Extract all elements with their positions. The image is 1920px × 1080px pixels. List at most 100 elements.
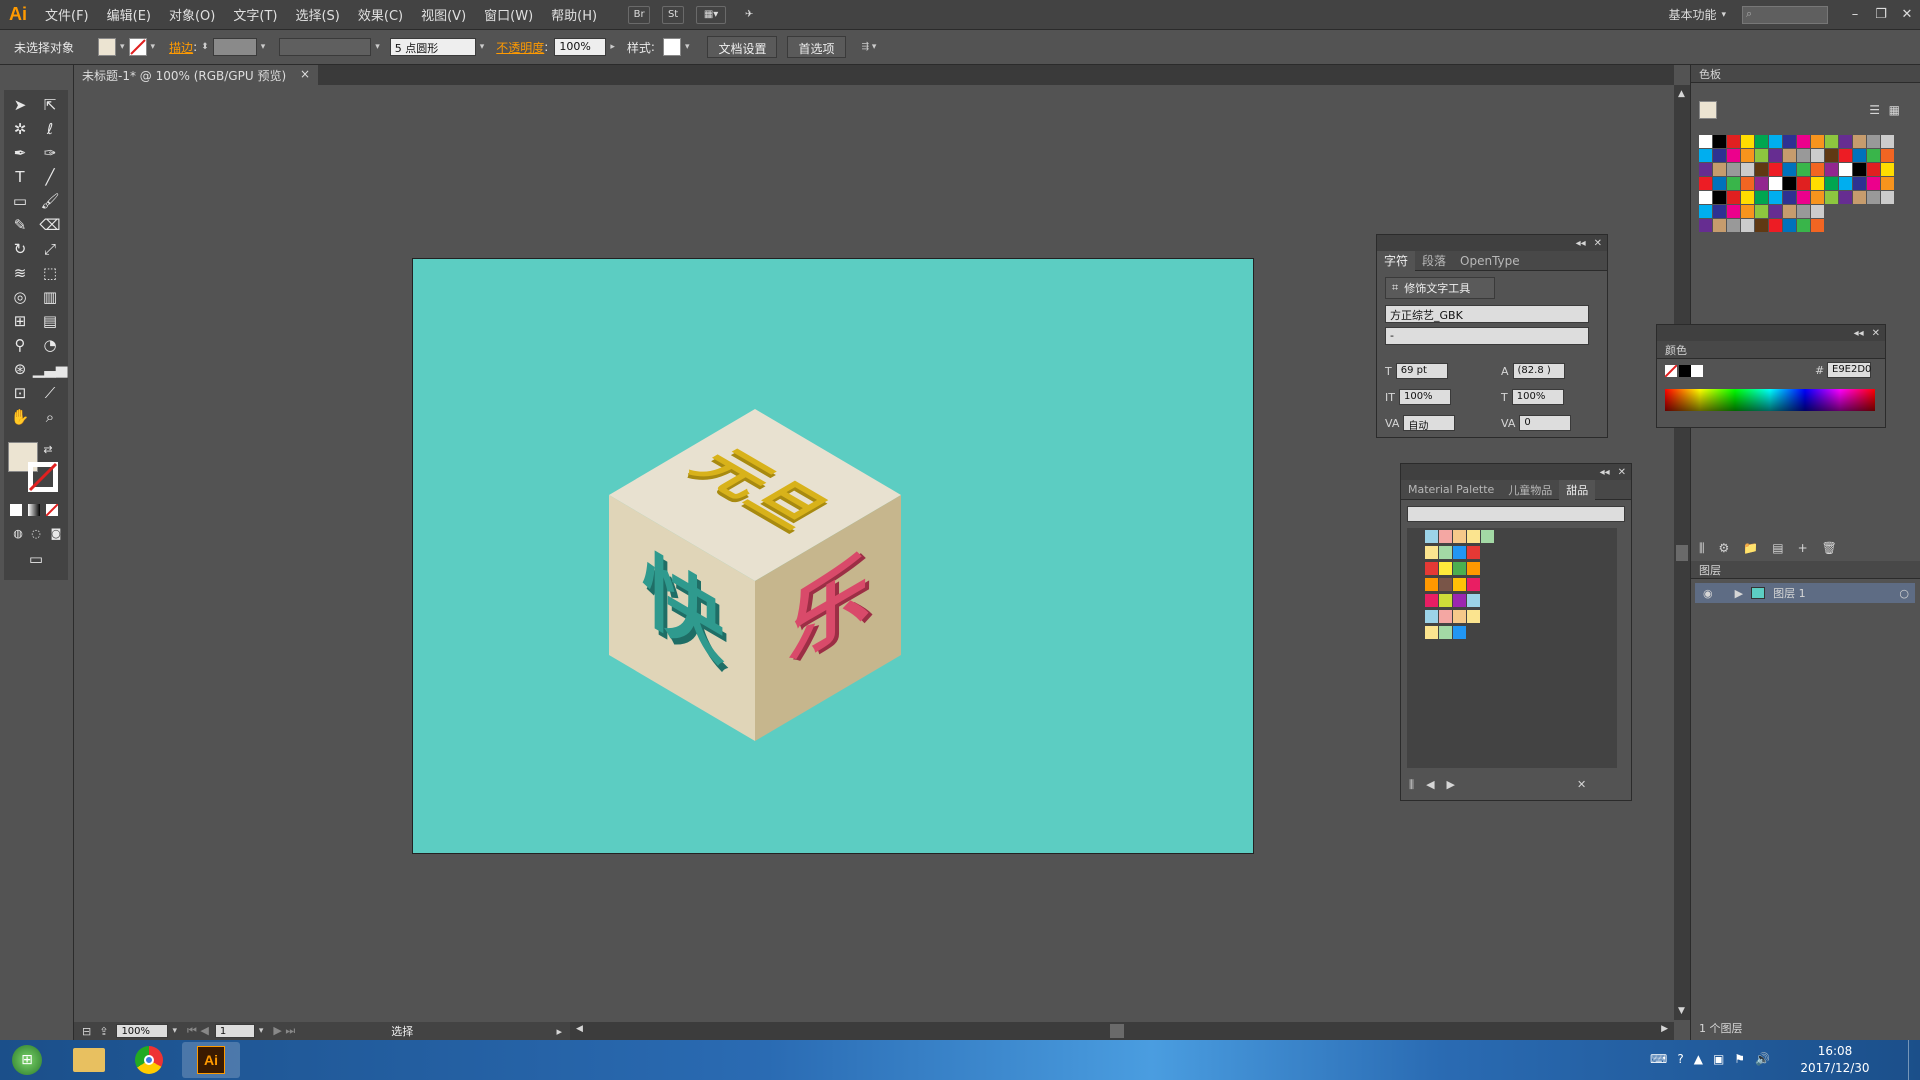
align-menu-icon[interactable]: ⇶ ▾ <box>862 42 877 52</box>
swatch-chip[interactable] <box>1867 149 1880 162</box>
menu-window[interactable]: 窗口(W) <box>475 5 542 24</box>
swatch-chip[interactable] <box>1755 135 1768 148</box>
touch-type-tool-button[interactable]: ⌗ 修饰文字工具 <box>1385 277 1495 299</box>
black-color-swatch[interactable] <box>1679 365 1691 377</box>
menu-file[interactable]: 文件(F) <box>36 5 98 24</box>
none-mode-icon[interactable] <box>46 504 58 516</box>
swatch-chip[interactable] <box>1797 177 1810 190</box>
library-swatch-chip[interactable] <box>1467 562 1480 575</box>
rotate-tool-icon[interactable]: ↻ <box>8 238 32 260</box>
zoom-tool-icon[interactable]: ⌕ <box>38 406 62 428</box>
hand-tool-icon[interactable]: ✋ <box>8 406 32 428</box>
opacity-field[interactable]: 100% <box>554 38 607 56</box>
perspective-grid-icon[interactable]: ▥ <box>38 286 62 308</box>
swatch-chip[interactable] <box>1727 135 1740 148</box>
library-swatch-chip[interactable] <box>1453 530 1466 543</box>
library-swatch-chip[interactable] <box>1467 594 1480 607</box>
opacity-label[interactable]: 不透明度 <box>496 39 544 56</box>
swatch-chip[interactable] <box>1699 219 1712 232</box>
library-swatch-chip[interactable] <box>1439 530 1452 543</box>
swatch-chip[interactable] <box>1769 205 1782 218</box>
swatch-chip[interactable] <box>1713 163 1726 176</box>
mesh-tool-icon[interactable]: ⊞ <box>8 310 32 332</box>
swatch-chip[interactable] <box>1699 205 1712 218</box>
swatch-chip[interactable] <box>1769 177 1782 190</box>
swatch-chip[interactable] <box>1741 191 1754 204</box>
swatch-chip[interactable] <box>1797 135 1810 148</box>
swatch-chip[interactable] <box>1769 135 1782 148</box>
bridge-button[interactable]: Br <box>628 5 651 24</box>
library-swatch-chip[interactable] <box>1467 546 1480 559</box>
library-swatch-chip[interactable] <box>1439 562 1452 575</box>
blend-tool-icon[interactable]: ◔ <box>38 334 62 356</box>
artboard-tool-icon[interactable]: ⊡ <box>8 382 32 404</box>
swatch-chip[interactable] <box>1825 205 1838 218</box>
swatch-chip[interactable] <box>1811 205 1824 218</box>
share-icon[interactable]: ⇪ <box>99 1025 108 1038</box>
font-size-field[interactable]: 69 pt <box>1395 363 1448 379</box>
library-menu-icon[interactable]: ⫼ <box>1409 778 1414 792</box>
swatch-chip[interactable] <box>1881 205 1894 218</box>
swatch-chip[interactable] <box>1867 219 1880 232</box>
swatch-chip[interactable] <box>1713 205 1726 218</box>
lasso-icon[interactable]: ℓ <box>38 118 62 140</box>
restore-icon[interactable]: ❐ <box>1868 5 1894 25</box>
close-icon[interactable]: ✕ <box>1872 328 1880 339</box>
swatch-chip[interactable] <box>1853 177 1866 190</box>
pencil-icon[interactable]: ✎ <box>8 214 32 236</box>
swatch-chip[interactable] <box>1727 205 1740 218</box>
eraser-icon[interactable]: ⌫ <box>38 214 62 236</box>
swatch-chip[interactable] <box>1783 135 1796 148</box>
swatch-chip[interactable] <box>1713 191 1726 204</box>
swatch-chip[interactable] <box>1769 163 1782 176</box>
illustrator-taskbar-icon[interactable]: Ai <box>182 1042 240 1078</box>
swatch-chip[interactable] <box>1755 149 1768 162</box>
swatch-chip[interactable] <box>1811 163 1824 176</box>
taskbar-clock[interactable]: 16:08 2017/12/30 <box>1790 1043 1880 1077</box>
keyboard-icon[interactable]: ⌨ <box>1650 1052 1667 1066</box>
vscroll-thumb[interactable] <box>1676 545 1688 561</box>
collapse-icon[interactable]: ◂◂ <box>1576 238 1586 249</box>
scale-tool-icon[interactable]: ⤢ <box>38 238 62 260</box>
swatch-chip[interactable] <box>1797 191 1810 204</box>
collapse-icon[interactable]: ◂◂ <box>1600 467 1610 478</box>
color-spectrum[interactable] <box>1665 389 1875 411</box>
close-icon[interactable]: ✕ <box>1618 467 1626 478</box>
draw-inside-icon[interactable]: ◙ <box>44 522 68 544</box>
library-swatch-chip[interactable] <box>1425 594 1438 607</box>
search-input[interactable]: ⌕ <box>1742 5 1828 24</box>
swatch-chip[interactable] <box>1797 219 1810 232</box>
library-swatch-chip[interactable] <box>1425 530 1438 543</box>
library-swatch-chip[interactable] <box>1425 610 1438 623</box>
swatch-chip[interactable] <box>1783 149 1796 162</box>
swatch-chip[interactable] <box>1853 163 1866 176</box>
swatch-chip[interactable] <box>1853 205 1866 218</box>
swatch-chip[interactable] <box>1853 149 1866 162</box>
swatch-chip[interactable] <box>1839 135 1852 148</box>
library-swatch-chip[interactable] <box>1453 562 1466 575</box>
swatch-chip[interactable] <box>1769 149 1782 162</box>
swap-colors-icon[interactable]: ⇄ <box>40 442 56 456</box>
document-tab[interactable]: 未标题-1* @ 100% (RGB/GPU 预览) × <box>74 65 318 85</box>
swatch-chip[interactable] <box>1755 163 1768 176</box>
grid-view-icon[interactable]: ▦ <box>1889 103 1900 117</box>
arrange-documents-icon[interactable]: ▦▾ <box>696 5 727 24</box>
stock-button[interactable]: St <box>662 5 685 24</box>
tab-material-palette[interactable]: Material Palette <box>1401 483 1501 496</box>
swatch-chip[interactable] <box>1825 219 1838 232</box>
delete-swatch-icon[interactable]: 🗑 <box>1822 541 1837 556</box>
chrome-taskbar-icon[interactable] <box>120 1042 178 1078</box>
library-swatch-chip[interactable] <box>1425 546 1438 559</box>
swatch-chip[interactable] <box>1867 163 1880 176</box>
volume-icon[interactable]: 🔊 <box>1755 1052 1770 1066</box>
tab-kids-items[interactable]: 儿童物品 <box>1501 482 1559 498</box>
library-swatch-chip[interactable] <box>1467 610 1480 623</box>
status-menu-arrow[interactable]: ▸ <box>556 1025 562 1038</box>
swatch-chip[interactable] <box>1825 163 1838 176</box>
swatch-chip[interactable] <box>1741 219 1754 232</box>
swatch-chip[interactable] <box>1881 191 1894 204</box>
swatch-chip[interactable] <box>1769 219 1782 232</box>
font-style-field[interactable]: - <box>1385 327 1589 345</box>
workspace-switcher[interactable]: 基本功能 <box>1668 6 1716 23</box>
swatch-chip[interactable] <box>1839 219 1852 232</box>
